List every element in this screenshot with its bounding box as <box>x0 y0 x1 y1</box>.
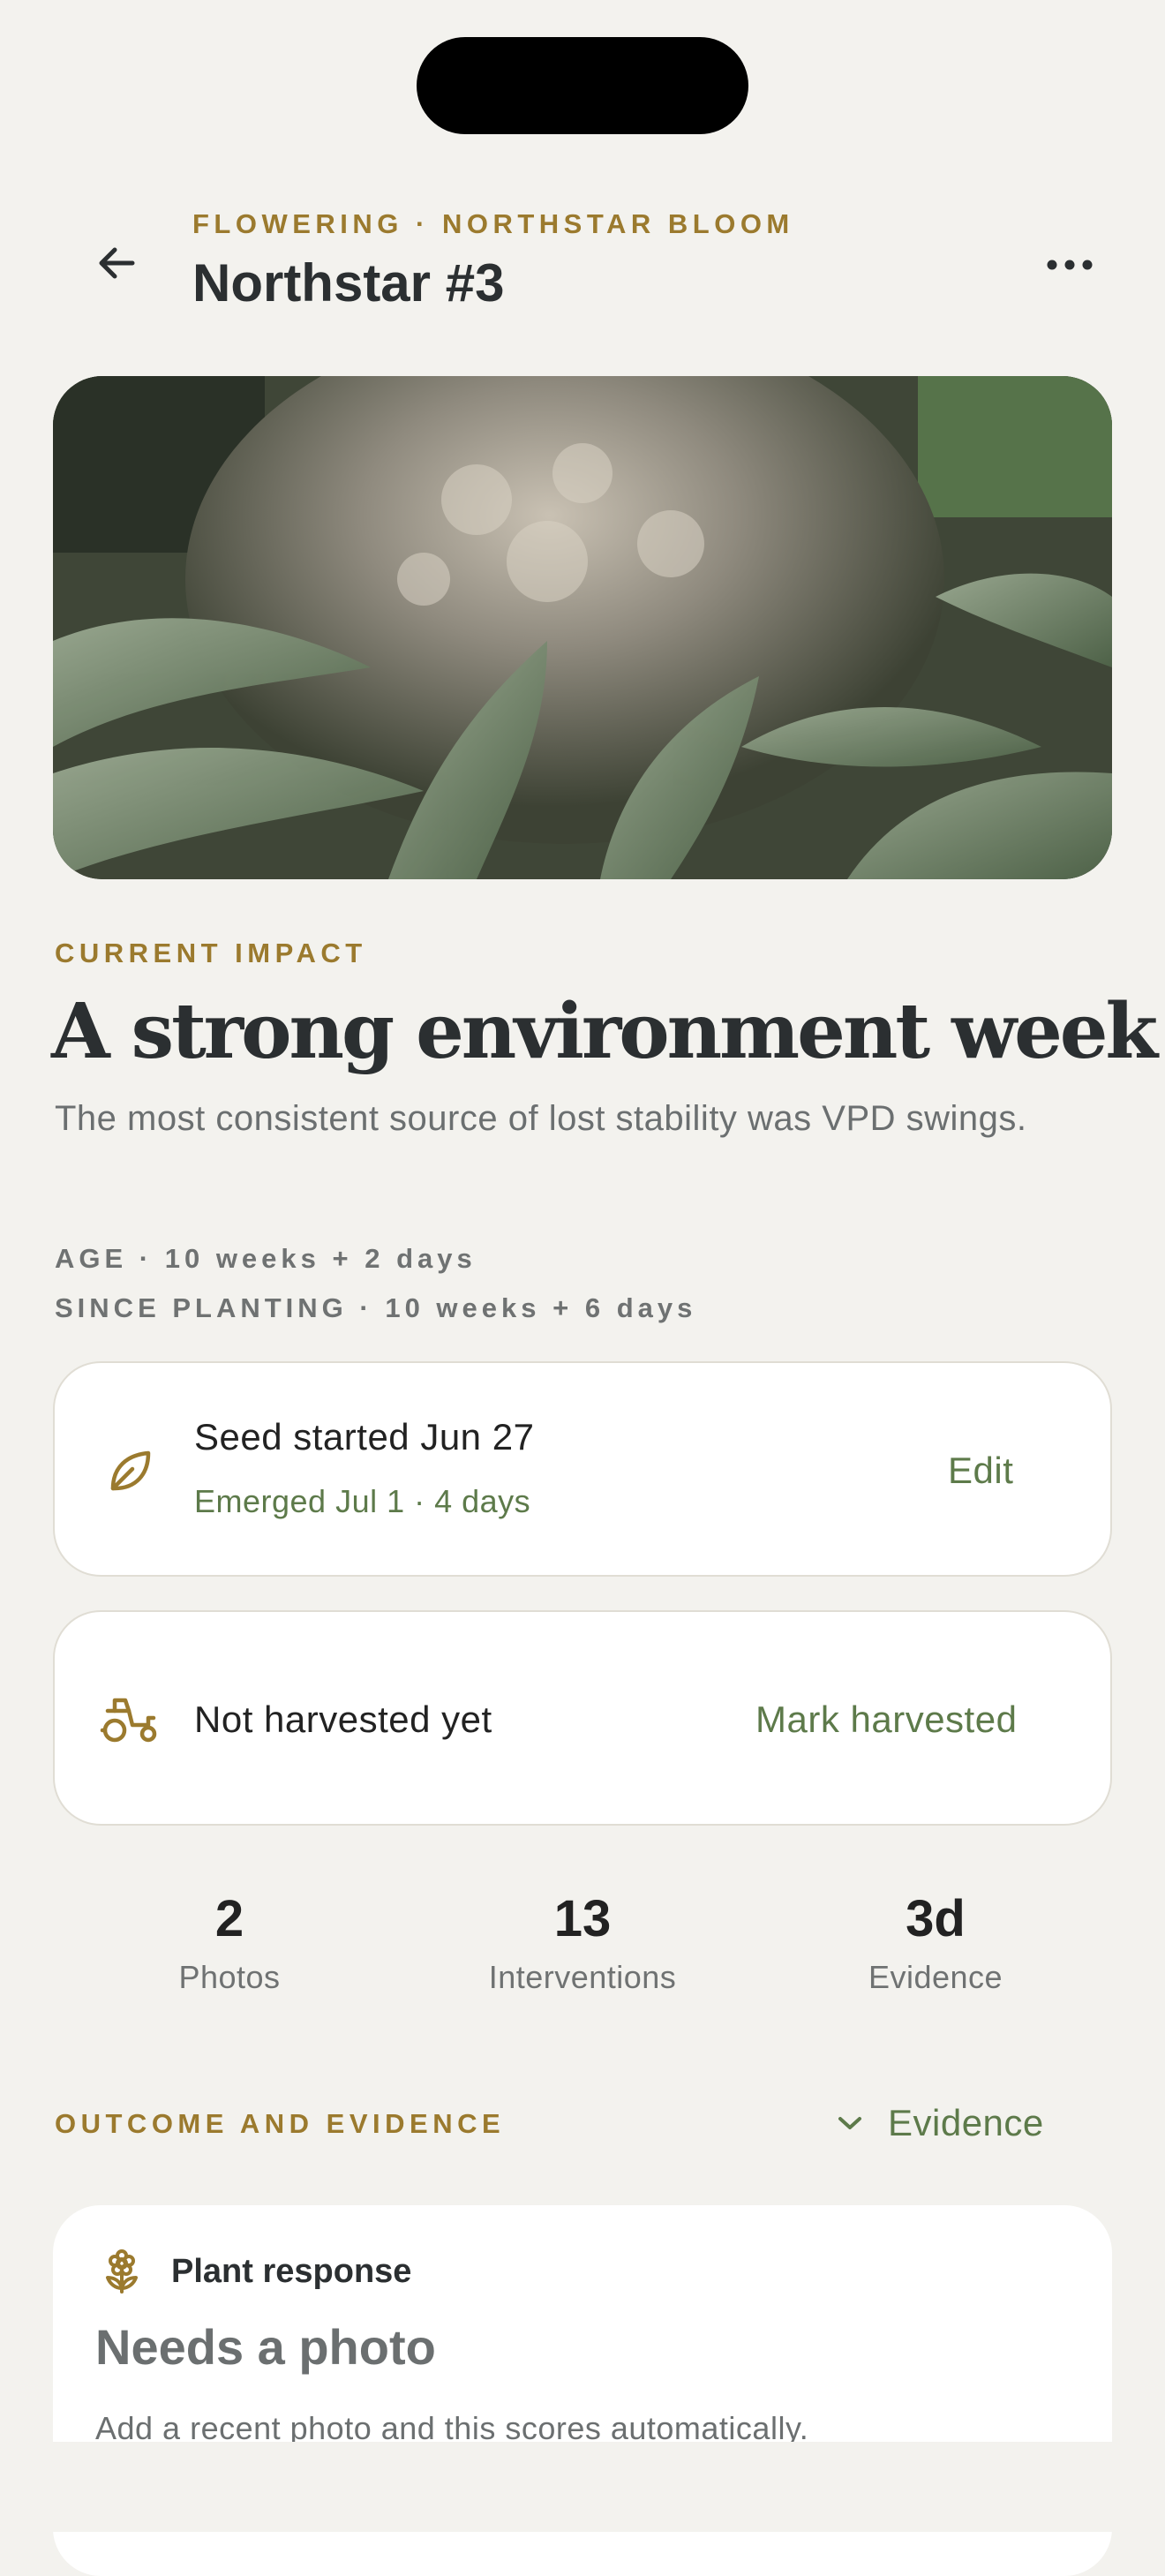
outcome-evidence-label: OUTCOME AND EVIDENCE <box>55 2108 506 2139</box>
stat-label: Evidence <box>868 1959 1003 1995</box>
stat-value: 13 <box>553 1890 612 1947</box>
back-button[interactable] <box>85 231 148 295</box>
impact-headline: A strong environment week <box>51 987 1158 1076</box>
not-harvested-text: Not harvested yet <box>194 1699 492 1740</box>
seed-started-card: Seed started Jun 27 Emerged Jul 1 · 4 da… <box>53 1361 1112 1577</box>
stat-value: 2 <box>214 1890 244 1947</box>
evidence-toggle[interactable]: Evidence <box>837 2094 1044 2152</box>
chevron-down-icon <box>838 2117 861 2129</box>
leaf-icon <box>104 1446 155 1497</box>
page-title: Northstar #3 <box>192 253 505 313</box>
stat-interventions[interactable]: 13 Interventions <box>415 1889 750 1996</box>
stat-value: 3d <box>906 1890 966 1947</box>
plant-photo[interactable] <box>53 376 1112 879</box>
mark-harvested-button[interactable]: Mark harvested <box>755 1699 1017 1741</box>
stat-label: Interventions <box>488 1959 677 1995</box>
flower-icon <box>99 2249 145 2295</box>
arrow-left-icon <box>99 247 135 279</box>
plant-age: AGE · 10 weeks + 2 days <box>55 1243 477 1274</box>
plant-response-title: Plant response <box>171 2253 412 2290</box>
since-planting: SINCE PLANTING · 10 weeks + 6 days <box>55 1292 697 1323</box>
emerged-text: Emerged Jul 1 · 4 days <box>194 1483 531 1519</box>
plant-stage-strain: FLOWERING · NORTHSTAR BLOOM <box>192 208 794 239</box>
edit-button[interactable]: Edit <box>948 1450 1013 1492</box>
evidence-toggle-label: Evidence <box>888 2102 1044 2143</box>
stat-label: Photos <box>178 1959 281 1995</box>
more-options-button[interactable] <box>1038 237 1101 293</box>
dynamic-island <box>417 37 748 134</box>
impact-description: The most consistent source of lost stabi… <box>55 1099 1027 1138</box>
seed-started-text: Seed started Jun 27 <box>194 1416 535 1457</box>
more-icon <box>1047 260 1093 270</box>
needs-photo-headline: Needs a photo <box>95 2319 436 2375</box>
bottom-fade <box>0 2442 1165 2532</box>
tractor-icon <box>99 1693 161 1746</box>
plant-photo-illustration <box>53 376 1112 879</box>
stat-photos[interactable]: 2 Photos <box>62 1889 397 1996</box>
harvest-card: Not harvested yet Mark harvested <box>53 1610 1112 1826</box>
stat-evidence[interactable]: 3d Evidence <box>768 1889 1103 1996</box>
current-impact-label: CURRENT IMPACT <box>55 938 367 968</box>
